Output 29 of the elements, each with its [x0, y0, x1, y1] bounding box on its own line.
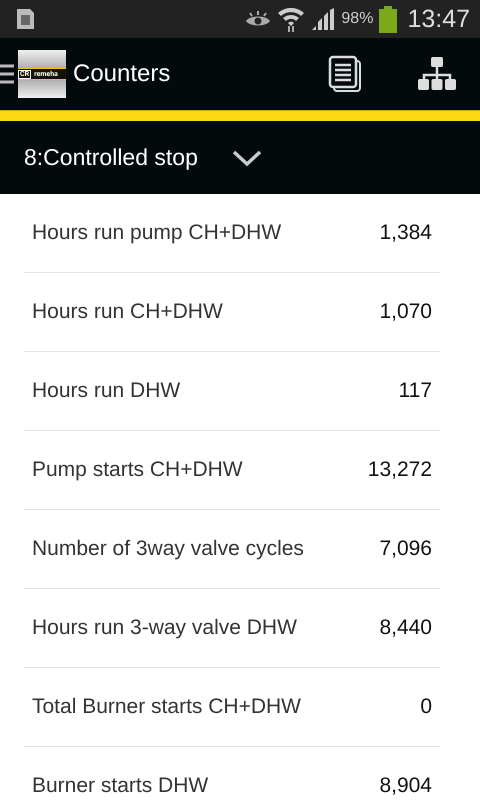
- battery-icon: [379, 6, 398, 32]
- counter-value: 8,904: [379, 774, 432, 798]
- counter-value: 1,070: [379, 300, 432, 324]
- counter-label: Pump starts CH+DHW: [32, 458, 243, 482]
- chevron-down-icon: [232, 148, 262, 166]
- documents-icon: [328, 55, 362, 93]
- wifi-icon: [277, 6, 306, 32]
- counter-label: Burner starts DHW: [32, 774, 208, 798]
- counter-label: Number of 3way valve cycles: [32, 537, 304, 561]
- counter-label: Hours run DHW: [32, 379, 180, 403]
- counter-value: 7,096: [379, 537, 432, 561]
- counter-value: 8,440: [379, 616, 432, 640]
- hierarchy-icon: [418, 57, 456, 91]
- counter-label: Total Burner starts CH+DHW: [32, 695, 301, 719]
- clock-time: 13:47: [407, 4, 470, 34]
- counter-value: 117: [398, 379, 432, 403]
- menu-icon: [0, 64, 14, 84]
- battery-percentage: 98%: [341, 10, 374, 28]
- signal-icon: [311, 8, 336, 30]
- eye-icon: [245, 10, 272, 28]
- counter-value: 13,272: [368, 458, 432, 482]
- counter-value: 0: [420, 695, 432, 719]
- sim-card-icon: [15, 7, 37, 31]
- counter-label: Hours run 3-way valve DHW: [32, 616, 297, 640]
- counter-label: Hours run CH+DHW: [32, 300, 223, 324]
- state-dropdown[interactable]: 8:Controlled stop: [24, 144, 262, 171]
- counter-value: 1,384: [379, 221, 432, 245]
- counter-label: Hours run pump CH+DHW: [32, 221, 282, 245]
- screen-title: Counters: [73, 60, 170, 88]
